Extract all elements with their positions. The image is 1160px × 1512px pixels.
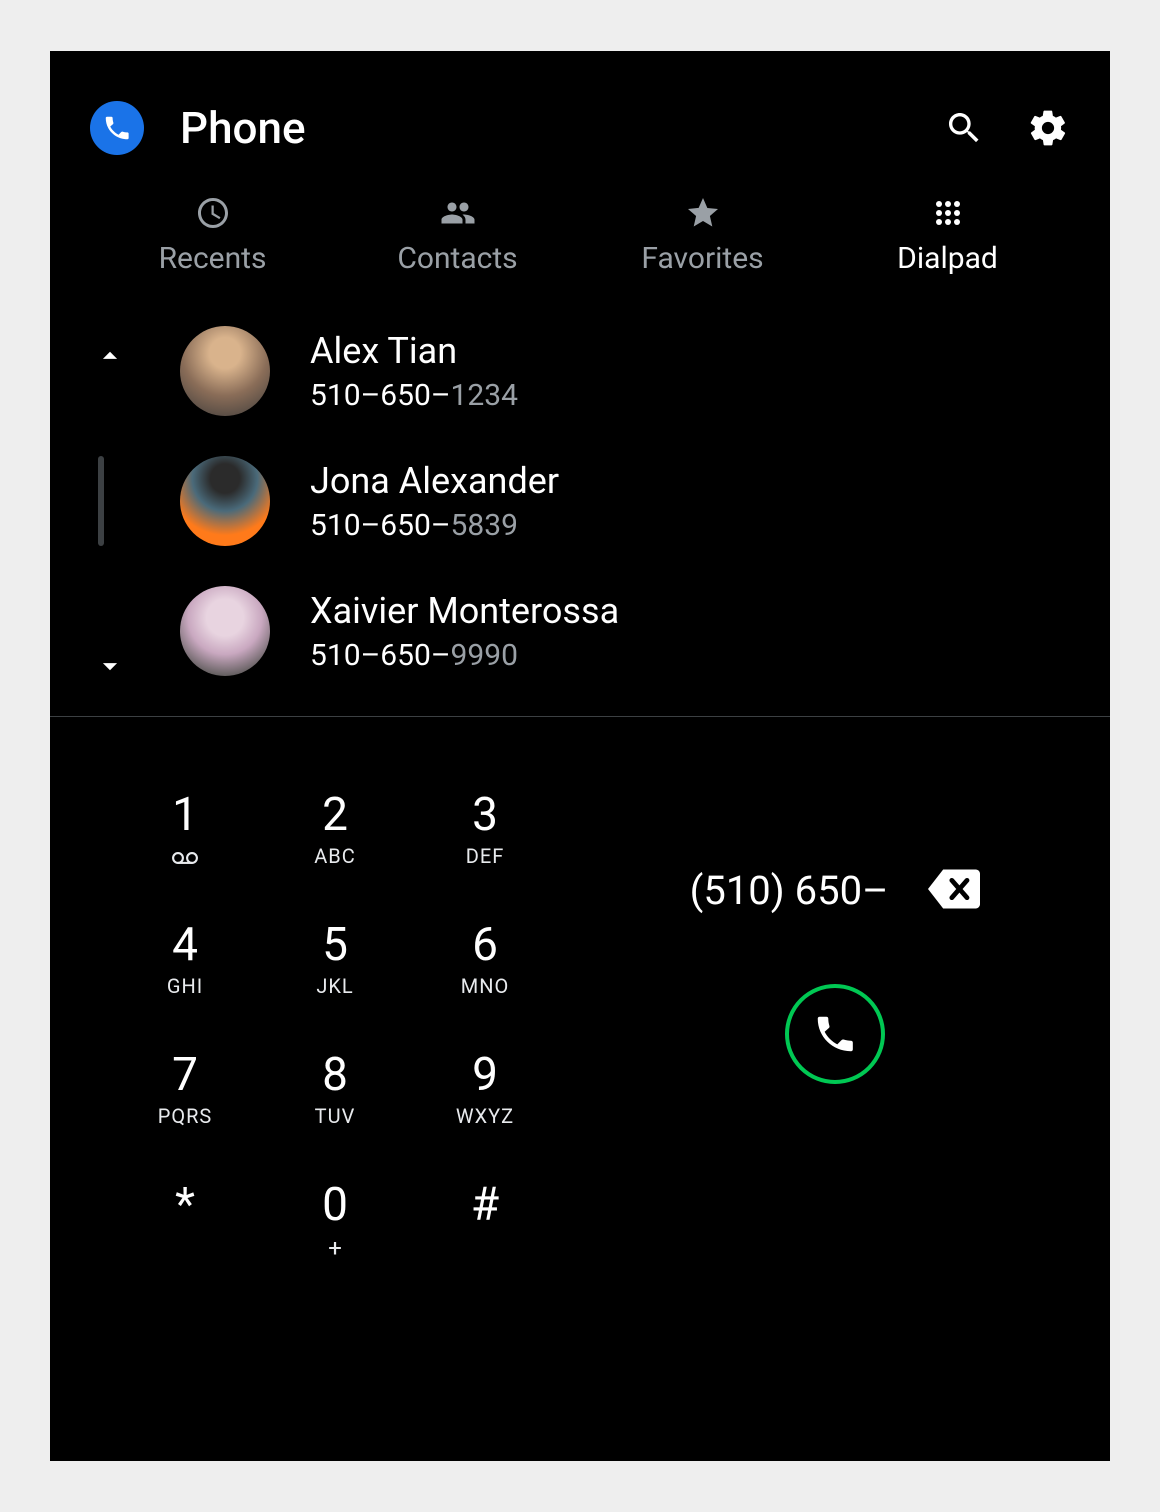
chevron-up-icon (93, 339, 127, 373)
key-6[interactable]: 6 MNO (410, 897, 560, 1017)
tab-label: Recents (159, 241, 267, 276)
tab-contacts[interactable]: Contacts (335, 195, 580, 296)
tab-recents[interactable]: Recents (90, 195, 335, 296)
contact-name: Alex Tian (310, 330, 518, 372)
key-9[interactable]: 9 WXYZ (410, 1027, 560, 1147)
contact-row[interactable]: Xaivier Monterossa 510–650–9990 (180, 586, 1110, 676)
scroll-down-button[interactable] (90, 646, 130, 686)
key-hash[interactable]: # (410, 1157, 560, 1277)
call-button[interactable] (785, 984, 885, 1084)
app-header: Phone (50, 51, 1110, 185)
tab-favorites[interactable]: Favorites (580, 195, 825, 296)
key-0[interactable]: 0 + (260, 1157, 410, 1277)
dialpad-area: 1 2 ABC 3 DEF 4 GHI 5 JKL 6 (50, 717, 1110, 1277)
backspace-button[interactable] (928, 869, 980, 913)
app-icon (90, 101, 144, 155)
dialpad-icon (930, 195, 966, 231)
scroll-indicator (98, 456, 104, 546)
tab-label: Favorites (641, 241, 763, 276)
people-icon (438, 195, 478, 231)
key-8[interactable]: 8 TUV (260, 1027, 410, 1147)
tab-label: Contacts (397, 241, 517, 276)
search-button[interactable] (942, 106, 986, 150)
star-icon (685, 195, 721, 231)
app-title: Phone (180, 102, 942, 154)
phone-app: Phone Recents Contact (50, 51, 1110, 1461)
chevron-down-icon (93, 649, 127, 683)
dialed-number-row: (510) 650– (600, 867, 1070, 914)
contact-row[interactable]: Alex Tian 510–650–1234 (180, 326, 1110, 416)
contact-number: 510–650–1234 (310, 378, 518, 413)
settings-button[interactable] (1026, 106, 1070, 150)
contact-number: 510–650–9990 (310, 638, 619, 673)
scroll-up-button[interactable] (90, 336, 130, 376)
phone-icon (812, 1011, 858, 1057)
contact-info: Alex Tian 510–650–1234 (310, 330, 518, 413)
tab-label: Dialpad (897, 241, 998, 276)
tab-bar: Recents Contacts Favorites Dialpad (50, 195, 1110, 296)
contact-name: Xaivier Monterossa (310, 590, 619, 632)
header-actions (942, 106, 1070, 150)
key-star[interactable]: * (110, 1157, 260, 1277)
contact-list: Alex Tian 510–650–1234 Jona Alexander 51… (180, 326, 1110, 676)
key-2[interactable]: 2 ABC (260, 767, 410, 887)
gear-icon (1027, 107, 1069, 149)
key-4[interactable]: 4 GHI (110, 897, 260, 1017)
backspace-icon (928, 869, 980, 909)
key-5[interactable]: 5 JKL (260, 897, 410, 1017)
tab-dialpad[interactable]: Dialpad (825, 195, 1070, 296)
contact-row[interactable]: Jona Alexander 510–650–5839 (180, 456, 1110, 546)
keypad: 1 2 ABC 3 DEF 4 GHI 5 JKL 6 (110, 767, 560, 1277)
dial-right-panel: (510) 650– (600, 767, 1070, 1277)
search-icon (944, 108, 984, 148)
phone-icon (102, 113, 132, 143)
contact-info: Jona Alexander 510–650–5839 (310, 460, 559, 543)
key-7[interactable]: 7 PQRS (110, 1027, 260, 1147)
key-1[interactable]: 1 (110, 767, 260, 887)
key-3[interactable]: 3 DEF (410, 767, 560, 887)
contact-name: Jona Alexander (310, 460, 559, 502)
avatar (180, 456, 270, 546)
divider (50, 716, 1110, 717)
clock-icon (195, 195, 231, 231)
avatar (180, 326, 270, 416)
dialed-number: (510) 650– (690, 867, 889, 914)
voicemail-icon (171, 844, 199, 866)
contact-number: 510–650–5839 (310, 508, 559, 543)
contact-info: Xaivier Monterossa 510–650–9990 (310, 590, 619, 673)
avatar (180, 586, 270, 676)
suggestions-area: Alex Tian 510–650–1234 Jona Alexander 51… (50, 296, 1110, 717)
